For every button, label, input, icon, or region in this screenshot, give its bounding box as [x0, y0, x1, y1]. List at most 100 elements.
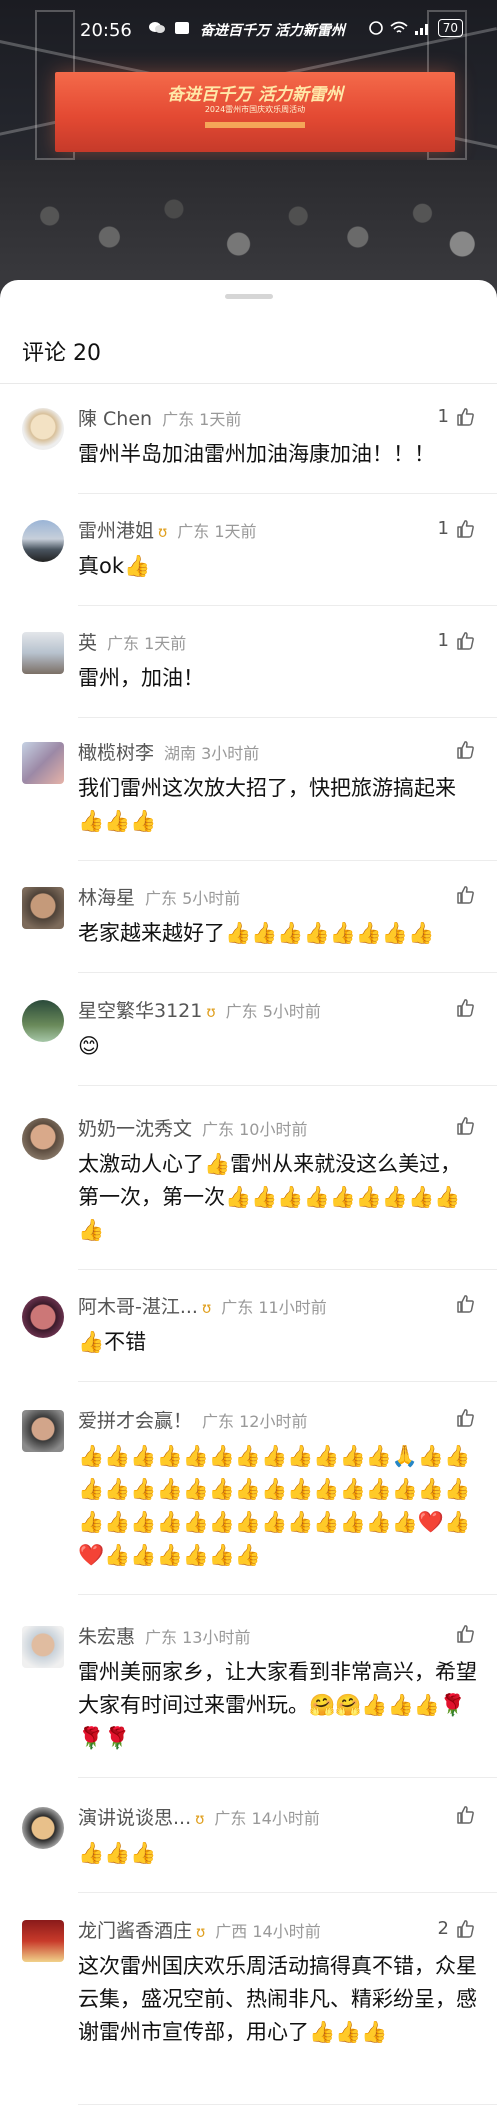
comment-location-time: 广东 5小时前 [225, 1002, 321, 1021]
status-right-icons: 70 [368, 19, 463, 37]
comment-location-time: 广东 11小时前 [221, 1298, 327, 1317]
commenter-name[interactable]: 雷州港姐 [78, 516, 154, 543]
comment-divider [78, 717, 497, 718]
like-thumb-icon [457, 407, 474, 426]
comment-location-time: 湖南 3小时前 [164, 744, 260, 763]
sheet-drag-handle[interactable] [225, 294, 273, 299]
like-button[interactable] [449, 1116, 475, 1136]
comment-item[interactable]: 英广东 1天前 1 雷州，加油！ [0, 630, 497, 725]
comment-item[interactable]: 雷州港姐 ʊ 广东 1天前 1 真ok👍 [0, 518, 497, 613]
commenter-name[interactable]: 朱宏惠 [78, 1622, 135, 1649]
like-thumb-icon [457, 1919, 474, 1938]
comment-divider [78, 493, 497, 494]
avatar[interactable] [22, 1000, 64, 1042]
commenter-name[interactable]: 爱拼才会赢！ [78, 1406, 192, 1433]
comment-text: 真ok👍 [78, 554, 151, 578]
comment-divider [78, 1594, 497, 1595]
avatar[interactable] [22, 1118, 64, 1160]
like-button[interactable]: 1 [438, 518, 475, 539]
comment-item[interactable]: 奶奶一沈秀文 广东 10小时前 太激动人心了👍雷州从来就没这么美过，第一次，第一次👍… [0, 1116, 497, 1277]
comments-count-title: 评论 20 [22, 341, 101, 366]
comment-location-time: 广东 13小时前 [145, 1628, 251, 1647]
commenter-name[interactable]: 阿木哥-湛江... [78, 1292, 198, 1319]
comment-header: 林海星 广东 5小时前 [78, 883, 240, 910]
comment-header: 奶奶一沈秀文 广东 10小时前 [78, 1114, 307, 1141]
comment-location-time: 广东 14小时前 [214, 1809, 320, 1828]
comment-item[interactable]: 橄榄树李 湖南 3小时前我们雷州这次放大招了，快把旅游搞起来👍👍👍 [0, 740, 497, 868]
like-button[interactable] [449, 1805, 475, 1825]
like-thumb-icon [457, 631, 474, 650]
comment-header: 橄榄树李 湖南 3小时前 [78, 738, 259, 765]
like-button[interactable]: 1 [438, 406, 475, 427]
comment-item[interactable]: 陳 Chen 广东 1天前 1 雷州半岛加油雷州加油海康加油！！！ [0, 406, 497, 501]
comment-item[interactable]: 林海星 广东 5小时前 老家越来越好了👍👍👍👍👍👍👍👍 [0, 885, 497, 980]
app-notification-icon [175, 22, 190, 34]
avatar[interactable] [22, 742, 64, 784]
like-thumb-icon [457, 741, 474, 759]
like-button[interactable] [449, 1624, 475, 1644]
comment-divider [78, 1381, 497, 1382]
like-button[interactable] [449, 1408, 475, 1428]
avatar[interactable] [22, 1410, 64, 1452]
comment-item[interactable]: 星空繁华3121 ʊ 广东 5小时前 😊 [0, 998, 497, 1093]
comment-text: 👍👍👍 [78, 1841, 157, 1865]
comment-header: 雷州港姐 ʊ 广东 1天前 [78, 516, 257, 543]
avatar[interactable] [22, 1920, 64, 1962]
comment-divider [78, 1892, 497, 1893]
header-divider [0, 383, 497, 384]
avatar[interactable] [22, 520, 64, 562]
creator-badge-icon: ʊ [206, 1003, 216, 1021]
comment-text: 雷州，加油！ [78, 666, 204, 690]
commenter-name[interactable]: 星空繁华3121 [78, 996, 202, 1023]
avatar[interactable] [22, 1626, 64, 1668]
comment-divider [78, 605, 497, 606]
commenter-name[interactable]: 橄榄树李 [78, 738, 154, 765]
commenter-name[interactable]: 龙门酱香酒庄 [78, 1916, 192, 1943]
comment-location-time: 广东 10小时前 [202, 1120, 308, 1139]
like-count: 2 [437, 1918, 449, 1939]
creator-badge-icon: ʊ [196, 1923, 206, 1941]
battery-indicator: 70 [437, 19, 463, 37]
like-count: 1 [437, 406, 449, 427]
comment-item[interactable]: 龙门酱香酒庄 ʊ 广西 14小时前 2 这次雷州国庆欢乐周活动搞得真不错，众星云集，盛况… [0, 1918, 497, 2112]
like-thumb-icon [457, 886, 474, 904]
avatar[interactable] [22, 1807, 64, 1849]
status-time: 20:56 [80, 20, 132, 41]
like-thumb-icon [457, 1117, 474, 1135]
comment-header: 朱宏惠 广东 13小时前 [78, 1622, 250, 1649]
comment-header: 爱拼才会赢！ 广东 12小时前 [78, 1406, 307, 1433]
like-button[interactable] [449, 740, 475, 760]
commenter-name[interactable]: 英 [78, 628, 97, 655]
commenter-name[interactable]: 林海星 [78, 883, 135, 910]
like-count: 1 [437, 518, 449, 539]
comment-location-time: 广东 12小时前 [202, 1412, 308, 1431]
avatar[interactable] [22, 408, 64, 450]
avatar[interactable] [22, 887, 64, 929]
like-button[interactable] [449, 885, 475, 905]
like-thumb-icon [457, 1806, 474, 1824]
comment-text: 这次雷州国庆欢乐周活动搞得真不错，众星云集，盛况空前、热闹非凡、精彩纷呈，感谢雷… [78, 1954, 477, 2044]
comment-item[interactable]: 阿木哥-湛江... ʊ 广东 11小时前 👍不错 [0, 1294, 497, 1389]
comment-item[interactable]: 朱宏惠 广东 13小时前雷州美丽家乡，让大家看到非常高兴，希望大家有时间过来雷州玩… [0, 1624, 497, 1785]
commenter-name[interactable]: 奶奶一沈秀文 [78, 1114, 192, 1141]
like-thumb-icon [457, 1295, 474, 1313]
comment-text: 雷州美丽家乡，让大家看到非常高兴，希望大家有时间过来雷州玩。🤗🤗👍👍👍🌹🌹🌹 [78, 1660, 477, 1750]
comment-divider [78, 1777, 497, 1778]
comment-item[interactable]: 演讲说谈思... ʊ 广东 14小时前 👍👍👍 [0, 1805, 497, 1900]
like-button[interactable]: 1 [438, 630, 475, 651]
like-button[interactable] [449, 1294, 475, 1314]
comment-item[interactable]: 爱拼才会赢！ 广东 12小时前 👍👍👍👍👍👍👍👍👍👍👍👍🙏👍👍👍👍👍👍👍👍👍👍👍👍👍… [0, 1408, 497, 1602]
avatar[interactable] [22, 1296, 64, 1338]
comment-header: 陳 Chen 广东 1天前 [78, 404, 241, 431]
commenter-name[interactable]: 陳 Chen [78, 404, 152, 431]
like-button[interactable] [449, 998, 475, 1018]
avatar[interactable] [22, 632, 64, 674]
wechat-icon [149, 22, 165, 33]
crowd [0, 160, 497, 300]
like-count: 1 [437, 630, 449, 651]
comment-divider [78, 860, 497, 861]
comment-text: 我们雷州这次放大招了，快把旅游搞起来👍👍👍 [78, 776, 456, 833]
comment-text: 雷州半岛加油雷州加油海康加油！！！ [78, 442, 435, 466]
like-button[interactable]: 2 [438, 1918, 475, 1939]
commenter-name[interactable]: 演讲说谈思... [78, 1803, 191, 1830]
